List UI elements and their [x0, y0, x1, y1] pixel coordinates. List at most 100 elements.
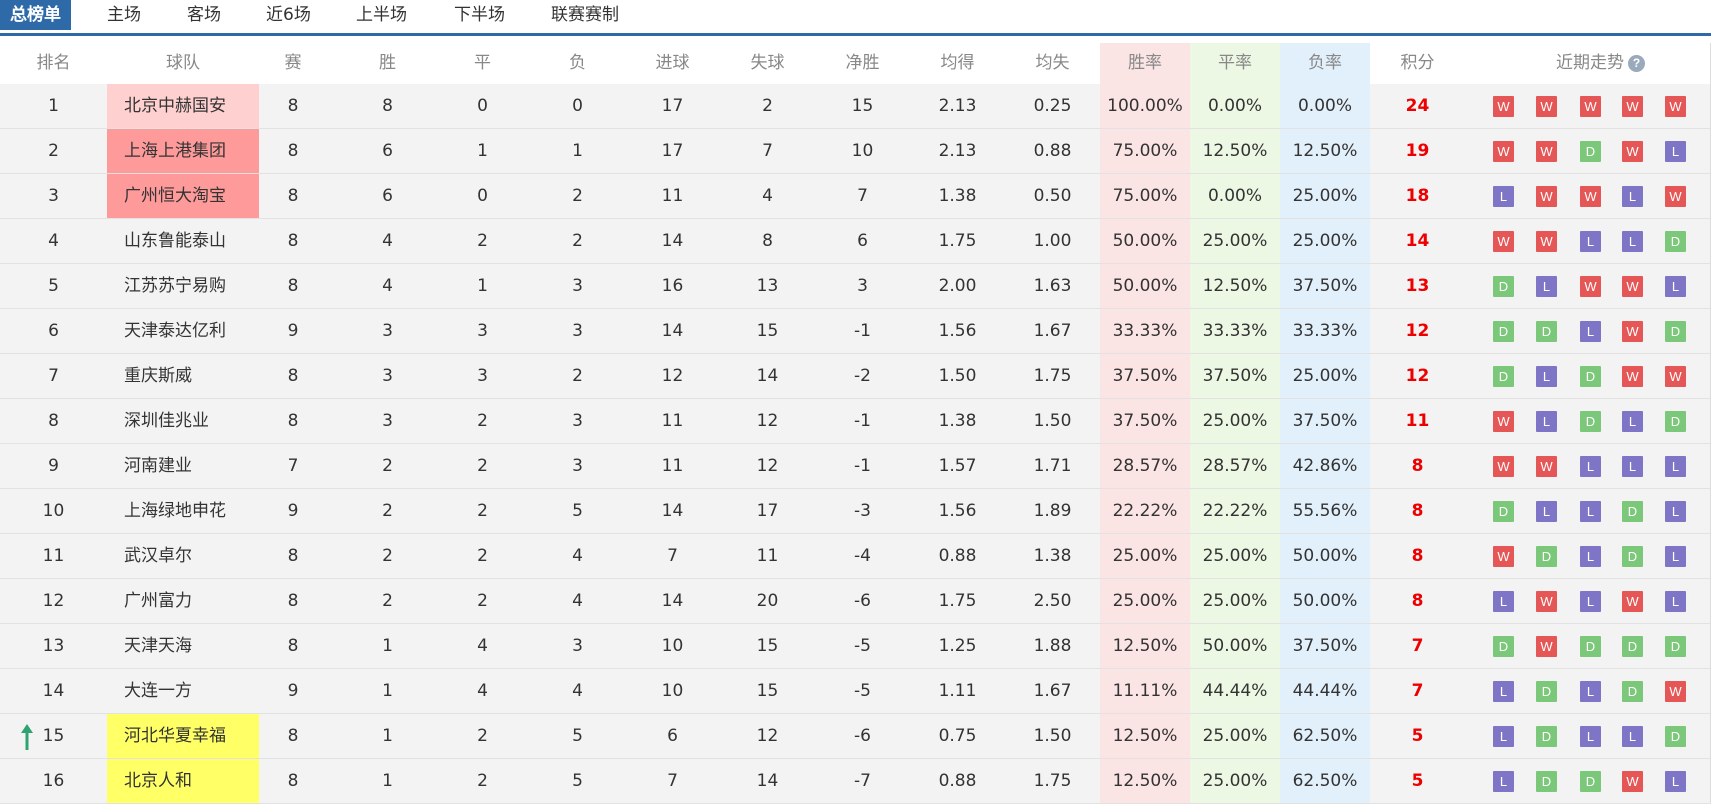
- cell-played: 8: [287, 141, 299, 161]
- cell-avg-goals-against: 1.38: [1033, 546, 1072, 566]
- cell-team[interactable]: 武汉卓尔: [107, 534, 259, 578]
- cell-avg-goals-for: 0.75: [938, 726, 977, 746]
- table-row[interactable]: 3 广州恒大淘宝 8 6 0 2 11 4 7 1.38 0.50 75.00% 0.00% 25.00%…: [0, 174, 1711, 219]
- cell-goals-against: 14: [756, 771, 779, 791]
- cell-win: 1: [382, 771, 393, 791]
- table-row[interactable]: 4 山东鲁能泰山 8 4 2 2 14 8 6 1.75 1.00 50.00% 25.00% 25.00…: [0, 219, 1711, 264]
- cell-win-rate: 12.50%: [1100, 759, 1190, 803]
- cell-team[interactable]: 河南建业: [107, 444, 259, 488]
- cell-win-rate: 50.00%: [1100, 264, 1190, 308]
- cell-goals-against: 13: [756, 276, 779, 296]
- tab-away[interactable]: 客场: [187, 0, 221, 33]
- cell-team[interactable]: 广州富力: [107, 579, 259, 623]
- cell-draw-rate: 37.50%: [1190, 354, 1280, 398]
- table-row[interactable]: 7 重庆斯威 8 3 3 2 12 14 -2 1.50 1.75 37.50% 37.50% 25.00…: [0, 354, 1711, 399]
- table-row[interactable]: 6 天津泰达亿利 9 3 3 3 14 15 -1 1.56 1.67 33.33% 33.33% 33.…: [0, 309, 1711, 354]
- cell-draw-rate: 0.00%: [1190, 174, 1280, 218]
- form-badge: L: [1580, 501, 1601, 522]
- cell-team[interactable]: 天津泰达亿利: [107, 309, 259, 353]
- cell-loss-rate: 55.56%: [1280, 489, 1370, 533]
- cell-played: 8: [287, 231, 299, 251]
- form-badge: D: [1580, 141, 1601, 162]
- form-badge: W: [1665, 366, 1686, 387]
- header-goals-for: 进球: [655, 53, 690, 73]
- cell-draw: 2: [477, 231, 488, 251]
- cell-goals-against: 12: [756, 411, 779, 431]
- cell-loss: 2: [572, 231, 583, 251]
- cell-team[interactable]: 北京人和: [107, 759, 259, 803]
- table-row[interactable]: 9 河南建业 7 2 2 3 11 12 -1 1.57 1.71 28.57% 28.57% 42.86…: [0, 444, 1711, 489]
- table-row[interactable]: 16 北京人和 8 1 2 5 7 14 -7 0.88 1.75 12.50% 25.00% 62.50…: [0, 759, 1711, 804]
- cell-team[interactable]: 江苏苏宁易购: [107, 264, 259, 308]
- cell-draw: 4: [477, 681, 488, 701]
- cell-win-rate: 22.22%: [1100, 489, 1190, 533]
- tab-first-half[interactable]: 上半场: [356, 0, 407, 33]
- table-row[interactable]: 14 大连一方 9 1 4 4 10 15 -5 1.11 1.67 11.11% 44.44% 44.4…: [0, 669, 1711, 714]
- cell-played: 7: [287, 456, 299, 476]
- cell-avg-goals-against: 1.75: [1033, 366, 1072, 386]
- form-badge: D: [1665, 231, 1686, 252]
- cell-loss-rate: 25.00%: [1280, 354, 1370, 398]
- table-row[interactable]: 8 深圳佳兆业 8 3 2 3 11 12 -1 1.38 1.50 37.50% 25.00% 37.5…: [0, 399, 1711, 444]
- header-loss: 负: [569, 53, 586, 73]
- cell-draw-rate: 25.00%: [1190, 534, 1280, 578]
- cell-team[interactable]: 重庆斯威: [107, 354, 259, 398]
- table-row[interactable]: 15 河北华夏幸福 8 1 2 5 6 12 -6 0.75 1.50 12.50% 25.00% 62.…: [0, 714, 1711, 759]
- tab-league-format[interactable]: 联赛赛制: [551, 0, 619, 33]
- cell-loss-rate: 37.50%: [1280, 399, 1370, 443]
- cell-played: 8: [287, 726, 299, 746]
- table-row[interactable]: 12 广州富力 8 2 2 4 14 20 -6 1.75 2.50 25.00% 25.00% 50.0…: [0, 579, 1711, 624]
- cell-team[interactable]: 大连一方: [107, 669, 259, 713]
- cell-loss-rate: 50.00%: [1280, 579, 1370, 623]
- cell-win: 2: [382, 591, 393, 611]
- tab-overall[interactable]: 总榜单: [0, 0, 71, 30]
- table-row[interactable]: 1 北京中赫国安 8 8 0 0 17 2 15 2.13 0.25 100.00% 0.00% 0.00…: [0, 84, 1711, 129]
- cell-draw-rate: 12.50%: [1190, 264, 1280, 308]
- help-icon[interactable]: ?: [1628, 54, 1645, 72]
- cell-avg-goals-against: 0.25: [1033, 96, 1072, 116]
- cell-points: 19: [1405, 141, 1430, 161]
- cell-win-rate: 37.50%: [1100, 354, 1190, 398]
- cell-loss-rate: 42.86%: [1280, 444, 1370, 488]
- tab-last6[interactable]: 近6场: [266, 0, 311, 33]
- form-badge: D: [1665, 321, 1686, 342]
- cell-win-rate: 50.00%: [1100, 219, 1190, 263]
- cell-goal-diff: -7: [854, 771, 871, 791]
- cell-draw-rate: 25.00%: [1190, 399, 1280, 443]
- form-badge: L: [1665, 591, 1686, 612]
- cell-goals-for: 11: [661, 456, 684, 476]
- form-badge: W: [1622, 96, 1643, 117]
- form-badge: D: [1665, 726, 1686, 747]
- cell-team[interactable]: 山东鲁能泰山: [107, 219, 259, 263]
- cell-win: 6: [382, 141, 393, 161]
- cell-team[interactable]: 深圳佳兆业: [107, 399, 259, 443]
- cell-win: 3: [382, 366, 393, 386]
- cell-goals-against: 15: [756, 321, 779, 341]
- table-row[interactable]: 10 上海绿地申花 9 2 2 5 14 17 -3 1.56 1.89 22.22% 22.22% 55…: [0, 489, 1711, 534]
- cell-team[interactable]: 广州恒大淘宝: [107, 174, 259, 218]
- form-badge: L: [1665, 546, 1686, 567]
- form-badge: W: [1493, 411, 1514, 432]
- table-row[interactable]: 5 江苏苏宁易购 8 4 1 3 16 13 3 2.00 1.63 50.00% 12.50% 37.5…: [0, 264, 1711, 309]
- table-row[interactable]: 2 上海上港集团 8 6 1 1 17 7 10 2.13 0.88 75.00% 12.50% 12.5…: [0, 129, 1711, 174]
- cell-team[interactable]: 北京中赫国安: [107, 84, 259, 128]
- cell-team[interactable]: 上海上港集团: [107, 129, 259, 173]
- cell-team[interactable]: 天津天海: [107, 624, 259, 668]
- cell-rank: 13: [42, 636, 65, 656]
- cell-win: 4: [382, 276, 393, 296]
- form-badge: L: [1580, 681, 1601, 702]
- table-row[interactable]: 13 天津天海 8 1 4 3 10 15 -5 1.25 1.88 12.50% 50.00% 37.5…: [0, 624, 1711, 669]
- cell-avg-goals-for: 0.88: [938, 546, 977, 566]
- cell-goal-diff: -1: [854, 456, 871, 476]
- cell-played: 8: [287, 771, 299, 791]
- header-form-label: 近期走势: [1556, 53, 1624, 73]
- cell-draw: 2: [477, 456, 488, 476]
- cell-team[interactable]: 河北华夏幸福: [107, 714, 259, 758]
- cell-win: 3: [382, 411, 393, 431]
- cell-goal-diff: 3: [857, 276, 868, 296]
- up-arrow-icon: [21, 724, 33, 750]
- tab-home[interactable]: 主场: [107, 0, 141, 33]
- cell-team[interactable]: 上海绿地申花: [107, 489, 259, 533]
- tab-second-half[interactable]: 下半场: [454, 0, 505, 33]
- table-row[interactable]: 11 武汉卓尔 8 2 2 4 7 11 -4 0.88 1.38 25.00% 25.00% 50.00…: [0, 534, 1711, 579]
